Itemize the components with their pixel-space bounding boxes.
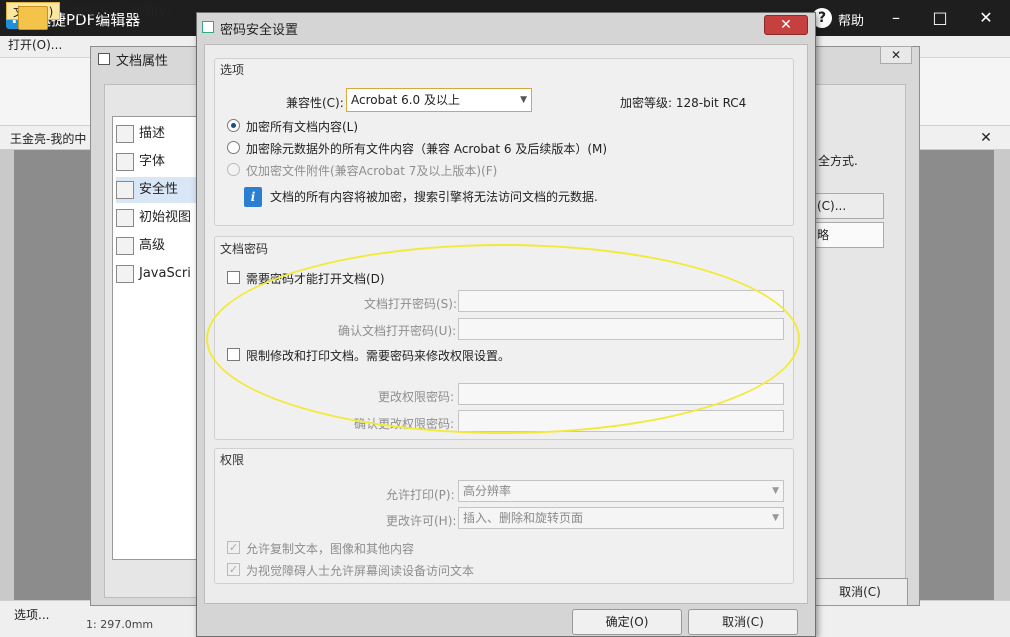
- encryption-info-text: 文档的所有内容将被加密，搜索引擎将无法访问文档的元数据.: [270, 190, 598, 204]
- category-label: JavaScri: [139, 266, 191, 281]
- dialog-window-icon: [202, 21, 214, 33]
- cancel-button[interactable]: 取消(C): [688, 609, 798, 635]
- allow-print-value: 高分辨率: [463, 484, 512, 498]
- category-label: 描述: [139, 126, 166, 141]
- compatibility-value: Acrobat 6.0 及以上: [351, 93, 460, 107]
- security-method-select[interactable]: 略: [812, 222, 884, 248]
- restrict-editing-label[interactable]: 限制修改和打印文档。需要密码来修改权限设置。: [246, 347, 510, 364]
- menu-view[interactable]: 视图(V): [124, 2, 178, 20]
- allow-copy-label[interactable]: 允许复制文本，图像和其他内容: [246, 540, 414, 557]
- dialog-close-button[interactable]: ✕: [764, 15, 808, 35]
- description-icon: [116, 124, 134, 143]
- view-icon: [116, 208, 134, 227]
- category-label: 字体: [139, 154, 166, 169]
- security-settings-button[interactable]: (C)...: [812, 193, 884, 219]
- category-advanced[interactable]: 高级: [116, 233, 165, 259]
- dialog-window-icon: [98, 53, 110, 65]
- category-label: 高级: [139, 238, 166, 253]
- options-group-title: 选项: [220, 63, 245, 77]
- permissions-title: 权限: [220, 453, 245, 467]
- status-options-select[interactable]: 选项...: [14, 606, 49, 623]
- radio-encrypt-all-label[interactable]: 加密所有文档内容(L): [246, 118, 358, 135]
- ok-button[interactable]: 确定(O): [572, 609, 682, 635]
- open-password-field[interactable]: [458, 290, 784, 312]
- security-method-text: 全方式.: [818, 154, 858, 168]
- radio-encrypt-except-metadata[interactable]: [227, 141, 240, 154]
- dialog-title: 密码安全设置: [220, 23, 299, 38]
- properties-dialog-title: 文档属性: [116, 54, 169, 69]
- change-permission-select[interactable]: 插入、删除和旋转页面 ▼: [458, 507, 784, 529]
- chevron-down-icon: ▼: [772, 486, 779, 496]
- document-password-title: 文档密码: [220, 242, 269, 256]
- open-button-label[interactable]: 打开(O)...: [8, 36, 62, 53]
- allow-print-select[interactable]: 高分辨率 ▼: [458, 480, 784, 502]
- menu-edit[interactable]: 编辑(E): [66, 2, 119, 20]
- compatibility-select[interactable]: Acrobat 6.0 及以上 ▼: [346, 88, 532, 112]
- minimize-icon[interactable]: –: [884, 6, 908, 30]
- screen-reader-checkbox[interactable]: ✓: [227, 563, 240, 576]
- lock-icon: [116, 180, 134, 199]
- properties-cancel-button[interactable]: 取消(C): [812, 578, 908, 606]
- confirm-permission-password-field[interactable]: [458, 410, 784, 432]
- open-password-label: 文档打开密码(S):: [364, 297, 458, 311]
- category-description[interactable]: 描述: [116, 121, 165, 147]
- folder-open-icon[interactable]: [18, 6, 48, 30]
- category-label: 初始视图: [139, 210, 192, 225]
- advanced-icon: [116, 236, 134, 255]
- info-icon: i: [244, 187, 262, 207]
- close-tab-icon[interactable]: ✕: [978, 130, 994, 146]
- encryption-level: 加密等级: 128-bit RC4: [620, 96, 747, 110]
- category-label: 安全性: [139, 182, 179, 197]
- radio-encrypt-all[interactable]: [227, 119, 240, 132]
- allow-copy-checkbox[interactable]: ✓: [227, 541, 240, 554]
- chevron-down-icon: ▼: [772, 513, 779, 523]
- category-fonts[interactable]: 字体: [116, 149, 165, 175]
- confirm-open-password-label: 确认文档打开密码(U):: [338, 324, 457, 338]
- category-initial-view[interactable]: 初始视图: [116, 205, 191, 231]
- require-open-password-checkbox[interactable]: [227, 271, 240, 284]
- chevron-down-icon: ▼: [520, 95, 527, 105]
- script-icon: [116, 264, 134, 283]
- page-size-readout: 1: 297.0mm: [86, 618, 154, 631]
- radio-encrypt-attachments-label[interactable]: 仅加密文件附件(兼容Acrobat 7及以上版本)(F): [246, 162, 497, 179]
- help-label[interactable]: 帮助: [838, 10, 864, 29]
- category-javascript[interactable]: JavaScri: [116, 261, 191, 287]
- compatibility-label: 兼容性(C):: [286, 96, 344, 110]
- change-permission-label: 更改许可(H):: [386, 514, 457, 528]
- permission-password-field[interactable]: [458, 383, 784, 405]
- screen-reader-label[interactable]: 为视觉障碍人士允许屏幕阅读设备访问文本: [246, 562, 474, 579]
- category-security[interactable]: 安全性: [116, 177, 196, 203]
- confirm-open-password-field[interactable]: [458, 318, 784, 340]
- font-icon: [116, 152, 134, 171]
- require-open-password-label[interactable]: 需要密码才能打开文档(D): [246, 270, 385, 287]
- document-tab[interactable]: 王金亮-我的中: [10, 130, 86, 147]
- confirm-permission-password-label: 确认更改权限密码:: [354, 417, 455, 431]
- close-app-icon[interactable]: ✕: [974, 6, 998, 30]
- permission-password-label: 更改权限密码:: [378, 390, 455, 404]
- properties-close-button[interactable]: ✕: [880, 46, 912, 64]
- maximize-icon[interactable]: □: [928, 6, 952, 30]
- radio-encrypt-except-metadata-label[interactable]: 加密除元数据外的所有文件内容（兼容 Acrobat 6 及后续版本）(M): [246, 140, 607, 157]
- radio-encrypt-attachments[interactable]: [227, 163, 240, 176]
- change-permission-value: 插入、删除和旋转页面: [463, 511, 584, 525]
- allow-print-label: 允许打印(P):: [386, 488, 455, 502]
- restrict-editing-checkbox[interactable]: [227, 348, 240, 361]
